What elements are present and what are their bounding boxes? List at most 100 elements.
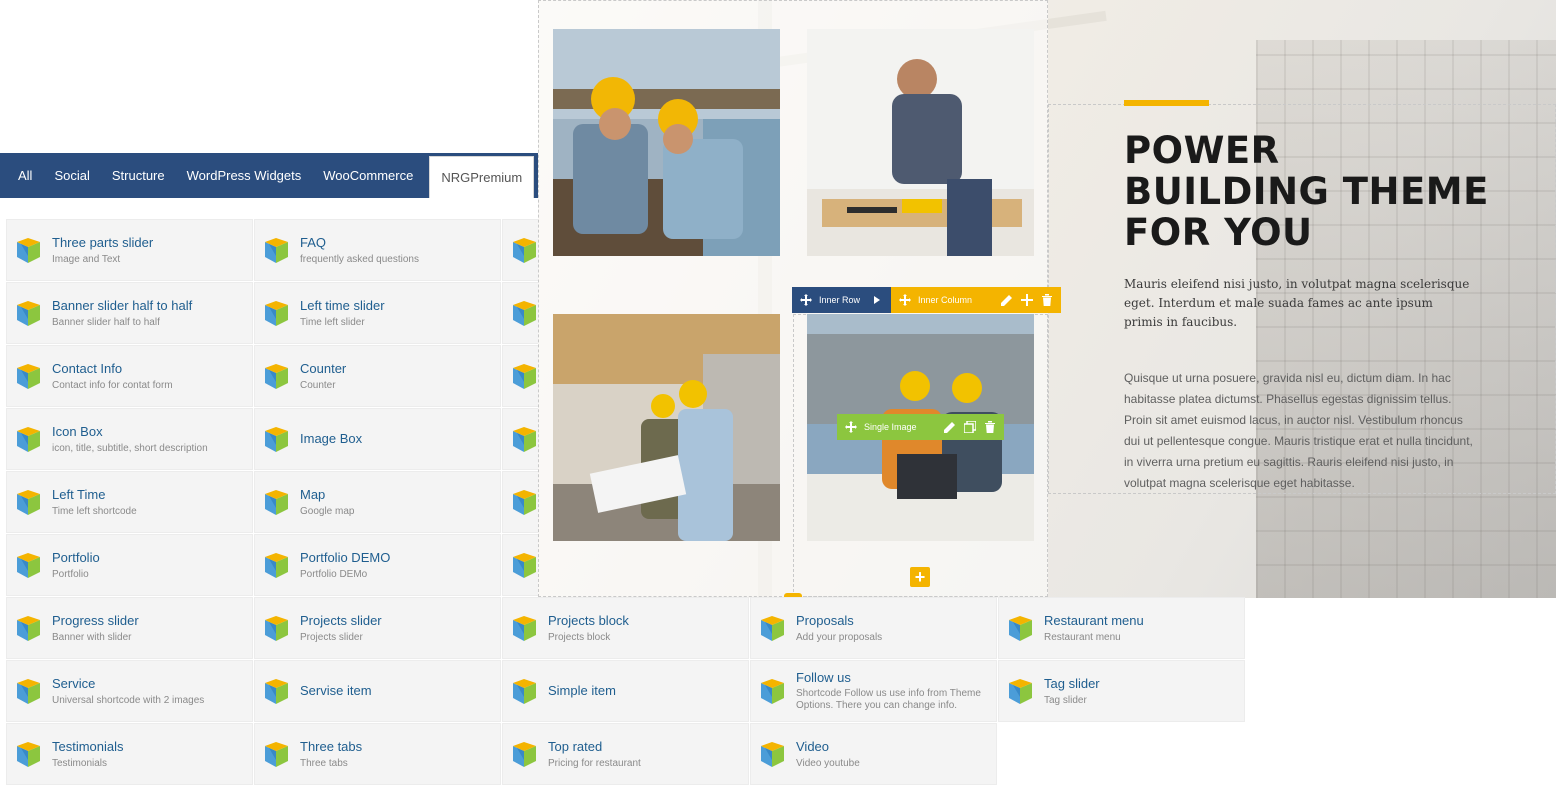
element-item[interactable]: Projects slider Projects slider xyxy=(254,597,501,659)
element-item[interactable]: Counter Counter xyxy=(254,345,501,407)
element-item[interactable]: Three parts slider Image and Text xyxy=(6,219,253,281)
visual-composer-icon xyxy=(16,679,41,706)
element-description: Pricing for restaurant xyxy=(548,758,641,769)
element-description: Portfolio DEMo xyxy=(300,569,368,580)
inner-column-controls: Inner Column xyxy=(891,287,1061,313)
element-title: Testimonials xyxy=(52,739,124,754)
element-description: Testimonials xyxy=(52,758,108,769)
element-item[interactable]: Servise item xyxy=(254,660,501,722)
tab-woocommerce[interactable]: WooCommerce xyxy=(312,153,424,198)
hero-heading-line: BUILDING THEME xyxy=(1124,170,1489,213)
visual-composer-icon xyxy=(16,364,41,391)
element-item[interactable]: Follow us Shortcode Follow us use info fr… xyxy=(750,660,997,722)
element-item[interactable]: FAQ frequently asked questions xyxy=(254,219,501,281)
visual-composer-icon xyxy=(264,238,289,265)
add-plus-icon[interactable] xyxy=(1020,293,1034,307)
element-description: Three tabs xyxy=(300,758,348,769)
tab-nrgpremium[interactable]: NRGPremium xyxy=(429,156,535,198)
element-item[interactable]: Testimonials Testimonials xyxy=(6,723,253,785)
element-description: Video youtube xyxy=(796,758,860,769)
hero-heading-line: POWER xyxy=(1124,129,1280,172)
page-root: Inner Row Inner Column Single Image + PO… xyxy=(0,0,1556,795)
element-title: Tag slider xyxy=(1044,676,1100,691)
tab-social[interactable]: Social xyxy=(43,153,100,198)
element-description: Banner with slider xyxy=(52,632,132,643)
delete-trash-icon[interactable] xyxy=(983,420,997,434)
element-description: Counter xyxy=(300,380,336,391)
page-preview: Inner Row Inner Column Single Image + PO… xyxy=(538,0,1556,598)
element-description: icon, title, subtitle, short description xyxy=(52,443,208,454)
element-item[interactable]: Projects block Projects block xyxy=(502,597,749,659)
element-item[interactable]: Icon Box icon, title, subtitle, short des… xyxy=(6,408,253,470)
element-description: Portfolio xyxy=(52,569,89,580)
visual-composer-icon xyxy=(16,490,41,517)
visual-composer-icon xyxy=(16,301,41,328)
element-title: Servise item xyxy=(300,683,372,698)
element-item[interactable]: Contact Info Contact info for contat form xyxy=(6,345,253,407)
element-item[interactable]: Service Universal shortcode with 2 images xyxy=(6,660,253,722)
element-description: Google map xyxy=(300,506,355,517)
visual-composer-icon xyxy=(760,679,785,706)
element-description: Universal shortcode with 2 images xyxy=(52,695,205,706)
element-item[interactable]: Banner slider half to half Banner slider … xyxy=(6,282,253,344)
element-item[interactable]: Three tabs Three tabs xyxy=(254,723,501,785)
element-title: Left Time xyxy=(52,487,106,502)
element-title: Three parts slider xyxy=(52,235,154,250)
add-element-button[interactable]: + xyxy=(910,567,930,587)
visual-composer-icon xyxy=(512,427,537,454)
element-description: Contact info for contat form xyxy=(52,380,173,391)
element-title: Portfolio xyxy=(52,550,100,565)
edit-pencil-icon[interactable] xyxy=(943,420,957,434)
caret-right-icon[interactable] xyxy=(870,293,884,307)
visual-composer-icon xyxy=(264,301,289,328)
element-title: Image Box xyxy=(300,431,363,446)
element-description: frequently asked questions xyxy=(300,254,419,265)
element-item[interactable]: Left time slider Time left slider xyxy=(254,282,501,344)
element-title: Portfolio DEMO xyxy=(300,550,391,565)
element-title: Restaurant menu xyxy=(1044,613,1144,628)
visual-composer-icon xyxy=(512,364,537,391)
element-item[interactable]: Top rated Pricing for restaurant xyxy=(502,723,749,785)
element-title: Projects block xyxy=(548,613,629,628)
element-category-tabs: All Social Structure WordPress Widgets W… xyxy=(0,153,538,198)
tab-wordpress-widgets[interactable]: WordPress Widgets xyxy=(176,153,313,198)
element-item[interactable]: Portfolio DEMO Portfolio DEMo xyxy=(254,534,501,596)
inner-row-label: Inner Row xyxy=(819,295,861,305)
element-item[interactable]: Progress slider Banner with slider xyxy=(6,597,253,659)
move-icon[interactable] xyxy=(799,293,813,307)
inner-column-label: Inner Column xyxy=(918,295,973,305)
element-item[interactable]: Image Box xyxy=(254,408,501,470)
element-item[interactable]: Map Google map xyxy=(254,471,501,533)
visual-composer-icon xyxy=(16,616,41,643)
element-item[interactable]: Left Time Time left shortcode xyxy=(6,471,253,533)
element-item[interactable]: Video Video youtube xyxy=(750,723,997,785)
element-title: Map xyxy=(300,487,326,502)
visual-composer-icon xyxy=(16,742,41,769)
element-item[interactable]: Portfolio Portfolio xyxy=(6,534,253,596)
element-item[interactable]: Simple item xyxy=(502,660,749,722)
element-item[interactable]: Restaurant menu Restaurant menu xyxy=(998,597,1245,659)
visual-composer-icon xyxy=(760,616,785,643)
move-icon[interactable] xyxy=(844,420,858,434)
hero-heading-line: FOR YOU xyxy=(1124,211,1313,254)
tab-structure[interactable]: Structure xyxy=(101,153,176,198)
edit-pencil-icon[interactable] xyxy=(1000,293,1014,307)
visual-composer-icon xyxy=(1008,616,1033,643)
visual-composer-icon xyxy=(512,490,537,517)
element-title: Progress slider xyxy=(52,613,139,628)
element-item[interactable]: Proposals Add your proposals xyxy=(750,597,997,659)
hero-heading: POWER BUILDING THEME FOR YOU xyxy=(1124,130,1504,253)
element-title: Left time slider xyxy=(300,298,385,313)
visual-composer-icon xyxy=(264,616,289,643)
delete-trash-icon[interactable] xyxy=(1040,293,1054,307)
move-icon[interactable] xyxy=(898,293,912,307)
visual-composer-icon xyxy=(16,427,41,454)
tab-all[interactable]: All xyxy=(7,153,43,198)
element-title: Contact Info xyxy=(52,361,123,376)
visual-composer-icon xyxy=(512,301,537,328)
visual-composer-icon xyxy=(512,238,537,265)
clone-icon[interactable] xyxy=(963,420,977,434)
element-title: Follow us xyxy=(796,670,851,685)
element-title: Projects slider xyxy=(300,613,382,628)
element-item[interactable]: Tag slider Tag slider xyxy=(998,660,1245,722)
